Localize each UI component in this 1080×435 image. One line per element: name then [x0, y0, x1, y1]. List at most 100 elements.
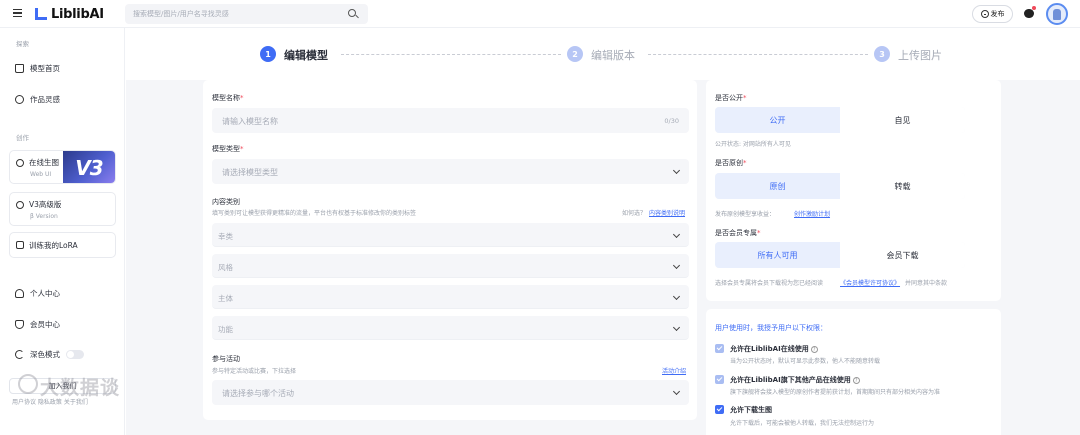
- model-type-select[interactable]: 请选择模型类型: [212, 159, 689, 184]
- category-select-type[interactable]: 幸类: [212, 223, 689, 247]
- step-connector: [341, 54, 561, 55]
- permission-checkbox[interactable]: [715, 375, 724, 384]
- logo[interactable]: LiblibAI: [34, 6, 104, 22]
- avatar-figure-icon: [1053, 9, 1061, 20]
- palette-icon: [16, 158, 24, 167]
- public-label: 是否公开*: [715, 94, 747, 102]
- sidebar-item-member-center[interactable]: 会员中心: [15, 317, 60, 331]
- avatar[interactable]: [1046, 3, 1068, 25]
- activity-intro-link[interactable]: 活动介绍: [662, 366, 686, 375]
- notification-dot: [1032, 6, 1036, 10]
- model-form-panel: 模型名称* 请输入模型名称 0/30 模型类型* 请选择模型类型 内容类别 填写…: [203, 80, 697, 420]
- card-title: 在线生图: [29, 158, 59, 167]
- activity-placeholder: 请选择参与哪个活动: [222, 389, 294, 398]
- card-subtitle: Web UI: [30, 171, 52, 178]
- hexagon-icon: [16, 241, 24, 249]
- card-title: V3高级版: [29, 200, 62, 209]
- model-type-placeholder: 请选择模型类型: [222, 168, 278, 177]
- content-category-help-link[interactable]: 内容类别说明: [649, 208, 685, 217]
- sidebar-item-dark-mode[interactable]: 深色模式: [15, 347, 84, 361]
- category-select-function[interactable]: 功能: [212, 316, 689, 340]
- char-count: 0/30: [664, 117, 679, 125]
- member-option-vip[interactable]: 会员下载: [840, 242, 965, 268]
- bulb-icon: [15, 94, 24, 104]
- permission-checkbox[interactable]: [715, 405, 724, 414]
- message-icon[interactable]: [1024, 9, 1034, 18]
- category-select-style[interactable]: 风格: [212, 254, 689, 278]
- model-type-label: 模型类型*: [212, 145, 244, 153]
- user-icon: [15, 288, 24, 298]
- plus-icon: [980, 10, 989, 18]
- category-placeholder: 主体: [218, 294, 233, 303]
- public-option-public[interactable]: 公开: [715, 107, 840, 133]
- public-toggle-group: 公开 自见: [715, 107, 965, 133]
- stepper: 1 编辑模型 2 编辑版本 3 上传图片: [126, 28, 1080, 80]
- chevron-down-icon: [672, 387, 681, 396]
- original-note: 发布原创模型享收益：: [715, 211, 776, 218]
- sidebar-item-model-home[interactable]: 模型首页: [15, 61, 60, 75]
- model-name-label: 模型名称*: [212, 94, 244, 102]
- member-agreement-link[interactable]: 《会员模型许可协议》: [840, 278, 900, 287]
- dark-mode-toggle[interactable]: [66, 349, 84, 359]
- chevron-down-icon: [672, 292, 681, 301]
- category-select-subject[interactable]: 主体: [212, 285, 689, 309]
- original-toggle-group: 原创 转载: [715, 173, 965, 199]
- search-icon[interactable]: [348, 9, 356, 17]
- moon-icon: [15, 349, 24, 359]
- member-note-suffix: 并同意其中条款: [905, 280, 948, 287]
- v3-badge: V3: [63, 151, 115, 183]
- permission-note: 允许下载后，可能会被他人转载，我们无法控制运行为: [730, 420, 875, 427]
- logo-mark-icon: [34, 7, 48, 21]
- permission-note: 旗下旗舰将会接入模型的原创作者提前获计划，首期期间只有部分相关内容为准: [730, 389, 941, 396]
- publish-button[interactable]: 发布: [972, 5, 1013, 23]
- permission-checkbox[interactable]: [715, 344, 724, 353]
- activity-select[interactable]: 请选择参与哪个活动: [212, 380, 689, 405]
- original-label: 是否原创*: [715, 159, 747, 167]
- chevron-down-icon: [672, 261, 681, 270]
- settings-panel: 是否公开* 公开 自见 公开状态: 对网站所有人可见 是否原创* 原创 转载 发…: [706, 80, 1001, 301]
- step-connector: [648, 54, 868, 55]
- sidebar-section-explore: 探索: [16, 40, 29, 48]
- original-option-repost[interactable]: 转载: [840, 173, 965, 199]
- permission-note: 当为公开状态时，默认可显示此参数，他人不能随意转载: [730, 358, 881, 365]
- watermark: 大数据谈: [40, 377, 121, 399]
- creator-incentive-link[interactable]: 创作激励计划: [794, 209, 830, 218]
- home-icon: [15, 63, 24, 73]
- activity-note: 参与特定活动或比赛，下拉选择: [212, 368, 297, 375]
- model-name-placeholder: 请输入模型名称: [222, 117, 278, 126]
- model-name-input[interactable]: 请输入模型名称 0/30: [212, 108, 689, 133]
- member-note: 选择会员专属将会员下载视为您已经阅读: [715, 280, 824, 287]
- member-option-all[interactable]: 所有人可用: [715, 242, 840, 268]
- permission-label: 允许下载生图: [730, 406, 772, 414]
- permissions-title: 用户使用时，我授予用户以下权限：: [715, 324, 827, 332]
- content-category-note: 填写类别可让模型获得更精准的流量，平台也有权基于标准修改你的类别标签: [212, 210, 417, 217]
- permission-label: 允许在LiblibAI旗下其他产品在线使用?: [730, 375, 860, 385]
- chevron-down-icon: [672, 230, 681, 239]
- step-1-label: 编辑模型: [284, 49, 328, 62]
- content-help-prefix: 如何选？: [622, 210, 647, 217]
- step-2-number: 2: [567, 46, 583, 62]
- chevron-down-icon: [672, 323, 681, 332]
- public-option-self[interactable]: 自见: [840, 107, 965, 133]
- sidebar-item-inspiration[interactable]: 作品灵感: [15, 92, 60, 106]
- sidebar-card-v3-advanced[interactable]: V3高级版 β Version: [9, 192, 116, 226]
- category-placeholder: 幸类: [218, 232, 233, 241]
- public-note: 公开状态: 对网站所有人可见: [715, 141, 791, 148]
- publish-label: 发布: [990, 10, 1005, 18]
- cube-icon: [16, 200, 24, 209]
- sidebar-item-personal-center[interactable]: 个人中心: [15, 286, 60, 300]
- sidebar-item-label: 会员中心: [30, 319, 60, 329]
- sidebar-item-label: 深色模式: [30, 349, 60, 359]
- original-option-original[interactable]: 原创: [715, 173, 840, 199]
- sidebar-item-label: 作品灵感: [30, 94, 60, 104]
- sidebar-card-online-generate[interactable]: 在线生图 Web UI V3: [9, 150, 116, 184]
- sidebar-section-create: 创作: [16, 134, 29, 142]
- chevron-down-icon: [672, 166, 681, 175]
- search-input[interactable]: 搜索模型/图片/用户名寻找灵感: [125, 4, 368, 24]
- permissions-panel: 用户使用时，我授予用户以下权限： 允许在LiblibAI在线使用? 当为公开状态…: [706, 309, 1001, 435]
- sidebar-item-train-lora[interactable]: 训练我的LoRA: [9, 232, 116, 258]
- help-icon: ?: [852, 376, 860, 384]
- help-icon: ?: [810, 345, 818, 353]
- footer-links[interactable]: 用户协议 隐私政策 关于我们: [12, 397, 88, 406]
- menu-icon[interactable]: [13, 9, 22, 17]
